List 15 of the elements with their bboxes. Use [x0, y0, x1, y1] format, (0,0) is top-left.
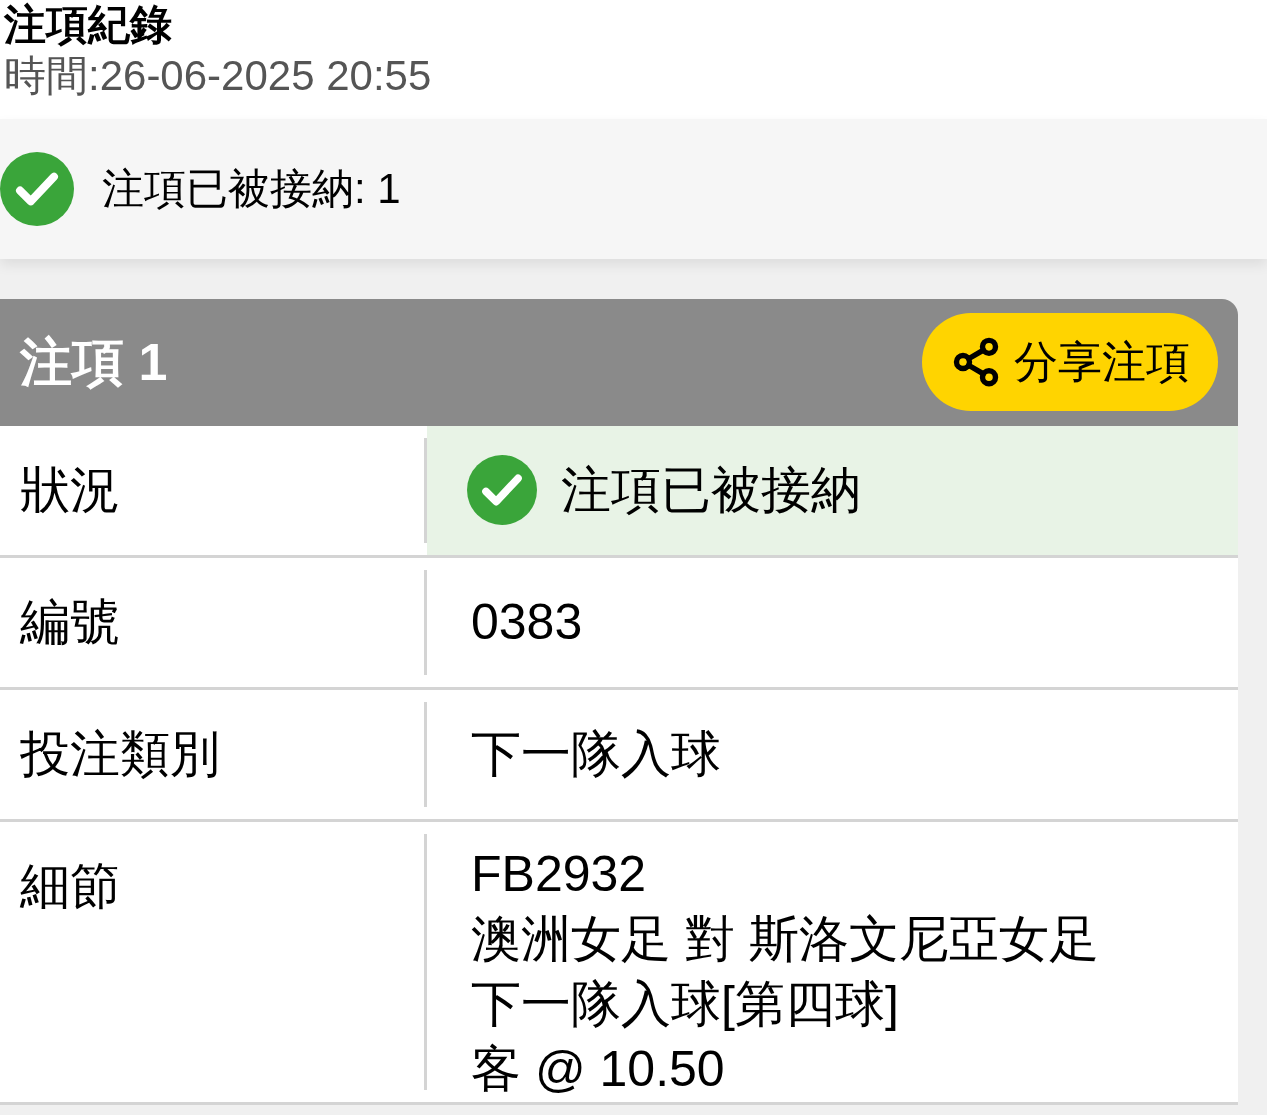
share-button[interactable]: 分享注項	[922, 313, 1218, 411]
row-label: 細節	[0, 833, 427, 1090]
bet-time: 時間:26-06-2025 20:55	[4, 51, 433, 101]
detail-line: 下一隊入球[第四球]	[471, 974, 900, 1034]
card-title: 注項 1	[20, 332, 168, 393]
page-title: 注項紀錄	[4, 4, 173, 46]
detail-line: FB2932	[471, 844, 648, 904]
status-text: 注項已被接納	[561, 460, 861, 520]
summary-text: 注項已被接納: 1	[102, 164, 401, 214]
detail-line: 澳洲女足 對 斯洛文尼亞女足	[471, 909, 1100, 969]
detail-line: 客 @ 10.50	[471, 1039, 726, 1099]
row-value: 下一隊入球	[470, 724, 722, 784]
row-label: 編號	[0, 569, 427, 675]
row-label: 投注類別	[0, 701, 427, 807]
row-value: 0383	[470, 592, 584, 652]
